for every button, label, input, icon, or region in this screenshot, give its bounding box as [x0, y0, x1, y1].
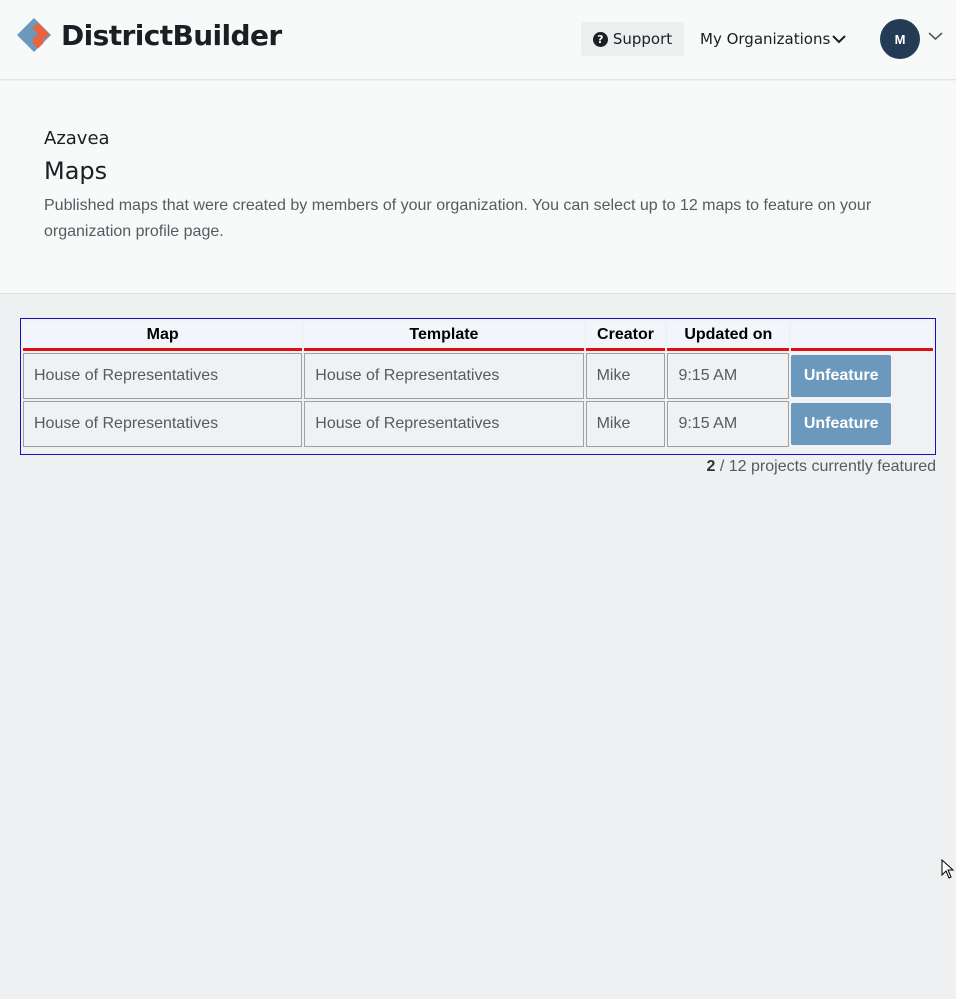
table-row: House of Representatives House of Repres…	[23, 401, 933, 447]
template-cell: House of Representatives	[304, 401, 584, 447]
districtbuilder-logo-icon[interactable]	[16, 17, 52, 53]
map-name-cell[interactable]: House of Representatives	[23, 401, 303, 447]
column-header-action	[791, 321, 933, 351]
my-organizations-dropdown[interactable]: My Organizations	[692, 22, 860, 56]
support-button[interactable]: ? Support	[581, 22, 684, 56]
template-cell: House of Representatives	[304, 353, 584, 399]
column-header-template: Template	[304, 321, 584, 351]
page-header-section: Azavea Maps Published maps that were cre…	[0, 81, 956, 294]
organization-name: Azavea	[44, 128, 110, 149]
featured-count-number: 2	[706, 458, 716, 475]
chevron-down-icon	[832, 35, 847, 44]
maps-table: Map Template Creator Updated on House of…	[21, 319, 935, 449]
unfeature-button[interactable]: Unfeature	[791, 355, 892, 397]
map-name-cell[interactable]: House of Representatives	[23, 353, 303, 399]
updated-on-cell: 9:15 AM	[667, 353, 790, 399]
table-row: House of Representatives House of Repres…	[23, 353, 933, 399]
user-avatar[interactable]: M	[880, 19, 920, 59]
page-description: Published maps that were created by memb…	[44, 197, 872, 240]
unfeature-button[interactable]: Unfeature	[791, 403, 892, 445]
question-circle-icon: ?	[592, 31, 608, 47]
brand-name[interactable]: DistrictBuilder	[61, 18, 282, 54]
action-cell: Unfeature	[791, 353, 933, 399]
top-navbar: DistrictBuilder ? Support My Organizatio…	[0, 0, 956, 80]
support-label: Support	[612, 30, 673, 48]
maps-table-container: Map Template Creator Updated on House of…	[20, 318, 936, 455]
creator-cell: Mike	[585, 353, 666, 399]
column-header-updated-on: Updated on	[667, 321, 790, 351]
my-organizations-label: My Organizations	[700, 30, 831, 48]
page-title: Maps	[44, 157, 108, 185]
mouse-pointer-icon	[941, 859, 955, 879]
action-cell: Unfeature	[791, 401, 933, 447]
featured-count-text: 2 / 12 projects currently featured	[707, 458, 936, 476]
creator-cell: Mike	[585, 401, 666, 447]
column-header-map: Map	[23, 321, 303, 351]
chevron-down-icon[interactable]	[928, 31, 943, 41]
featured-count-label: / 12 projects currently featured	[719, 458, 936, 475]
column-header-creator: Creator	[585, 321, 666, 351]
updated-on-cell: 9:15 AM	[667, 401, 790, 447]
table-header-row: Map Template Creator Updated on	[23, 321, 933, 351]
